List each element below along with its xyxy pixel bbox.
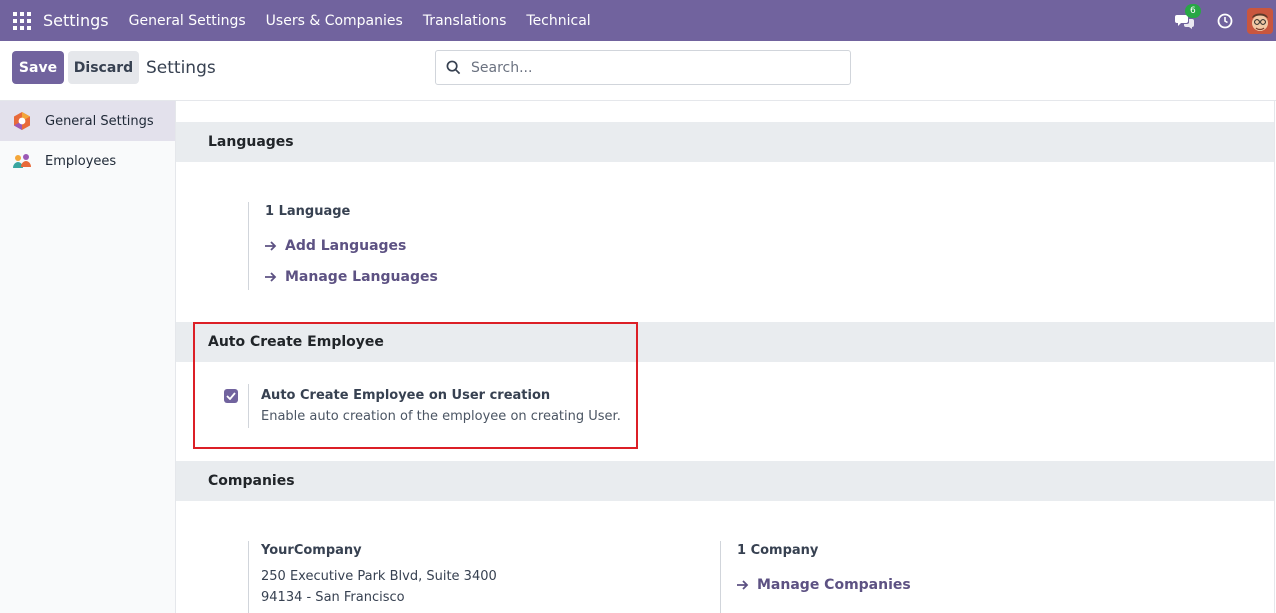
activity-clock-icon[interactable]: [1217, 13, 1233, 29]
employees-icon: [13, 154, 31, 168]
add-languages-link[interactable]: Add Languages: [265, 238, 406, 254]
manage-languages-link[interactable]: Manage Languages: [265, 269, 438, 285]
sidebar-item-label: Employees: [45, 153, 117, 169]
divider: [248, 541, 249, 613]
chat-icon[interactable]: 6: [1175, 3, 1201, 29]
search-icon: [446, 60, 461, 75]
languages-section-heading: Languages: [176, 122, 1274, 162]
menu-users-companies[interactable]: Users & Companies: [266, 13, 403, 29]
sidebar-item-label: General Settings: [45, 113, 154, 129]
search-input[interactable]: [471, 59, 831, 76]
user-avatar[interactable]: [1247, 7, 1273, 34]
sidebar-item-general-settings[interactable]: General Settings: [0, 101, 175, 141]
company-name: YourCompany: [261, 543, 362, 558]
divider: [248, 202, 249, 290]
settings-sidebar: General Settings Employees: [0, 101, 176, 613]
search-box[interactable]: [435, 50, 851, 85]
arrow-right-icon: [265, 241, 277, 251]
discard-button[interactable]: Discard: [68, 51, 139, 84]
company-address-line2: 94134 - San Francisco: [261, 590, 405, 605]
menu-technical[interactable]: Technical: [526, 13, 590, 29]
companies-section-heading: Companies: [176, 461, 1274, 501]
company-address-line1: 250 Executive Park Blvd, Suite 3400: [261, 569, 497, 584]
highlight-box: [193, 322, 638, 449]
arrow-right-icon: [737, 580, 749, 590]
add-languages-label: Add Languages: [285, 238, 407, 254]
manage-companies-link[interactable]: Manage Companies: [737, 577, 911, 593]
save-button[interactable]: Save: [12, 51, 64, 84]
settings-content: Languages 1 Language Add Languages Manag…: [176, 101, 1275, 613]
menu-translations[interactable]: Translations: [423, 13, 507, 29]
manage-companies-label: Manage Companies: [757, 577, 911, 593]
page-title: Settings: [146, 58, 216, 78]
menu-general-settings[interactable]: General Settings: [129, 13, 246, 29]
sidebar-item-employees[interactable]: Employees: [0, 141, 175, 181]
company-count: 1 Company: [737, 543, 819, 558]
control-panel: Save Discard Settings: [0, 41, 1276, 101]
general-settings-icon: [14, 112, 30, 130]
top-navbar: Settings General Settings Users & Compan…: [0, 0, 1276, 41]
divider: [720, 541, 721, 613]
arrow-right-icon: [265, 272, 277, 282]
apps-grid-icon[interactable]: [13, 11, 31, 30]
app-title[interactable]: Settings: [43, 11, 109, 30]
manage-languages-label: Manage Languages: [285, 269, 438, 285]
chat-badge: 6: [1185, 3, 1201, 18]
language-count: 1 Language: [265, 204, 351, 219]
